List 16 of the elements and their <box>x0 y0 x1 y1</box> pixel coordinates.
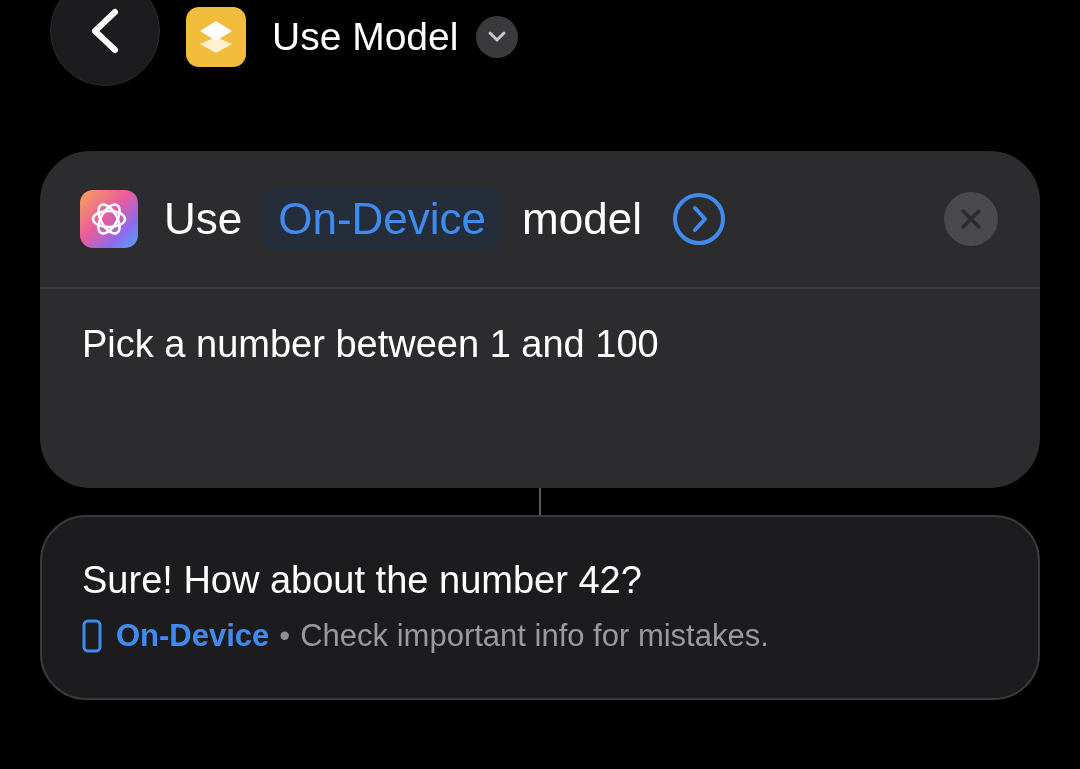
close-icon <box>960 208 982 230</box>
result-text: Sure! How about the number 42? <box>82 559 643 602</box>
separator-dot: • <box>279 618 291 654</box>
action-text: Use <box>164 194 243 244</box>
dropdown-button[interactable] <box>476 16 519 58</box>
disclaimer-text: Check important info for mistakes. <box>300 618 769 654</box>
chevron-circle-icon[interactable] <box>671 192 726 246</box>
action-text: model <box>522 194 642 244</box>
prompt-text[interactable]: Pick a number between 1 and 100 <box>40 289 1040 400</box>
flower-icon <box>80 190 138 248</box>
chevron-down-icon <box>487 30 508 44</box>
model-selector[interactable]: On-Device <box>262 188 503 250</box>
phone-icon <box>82 619 102 653</box>
shortcut-title: Use Model <box>272 15 459 59</box>
layers-icon <box>186 7 246 67</box>
source-label: On-Device <box>116 618 270 654</box>
